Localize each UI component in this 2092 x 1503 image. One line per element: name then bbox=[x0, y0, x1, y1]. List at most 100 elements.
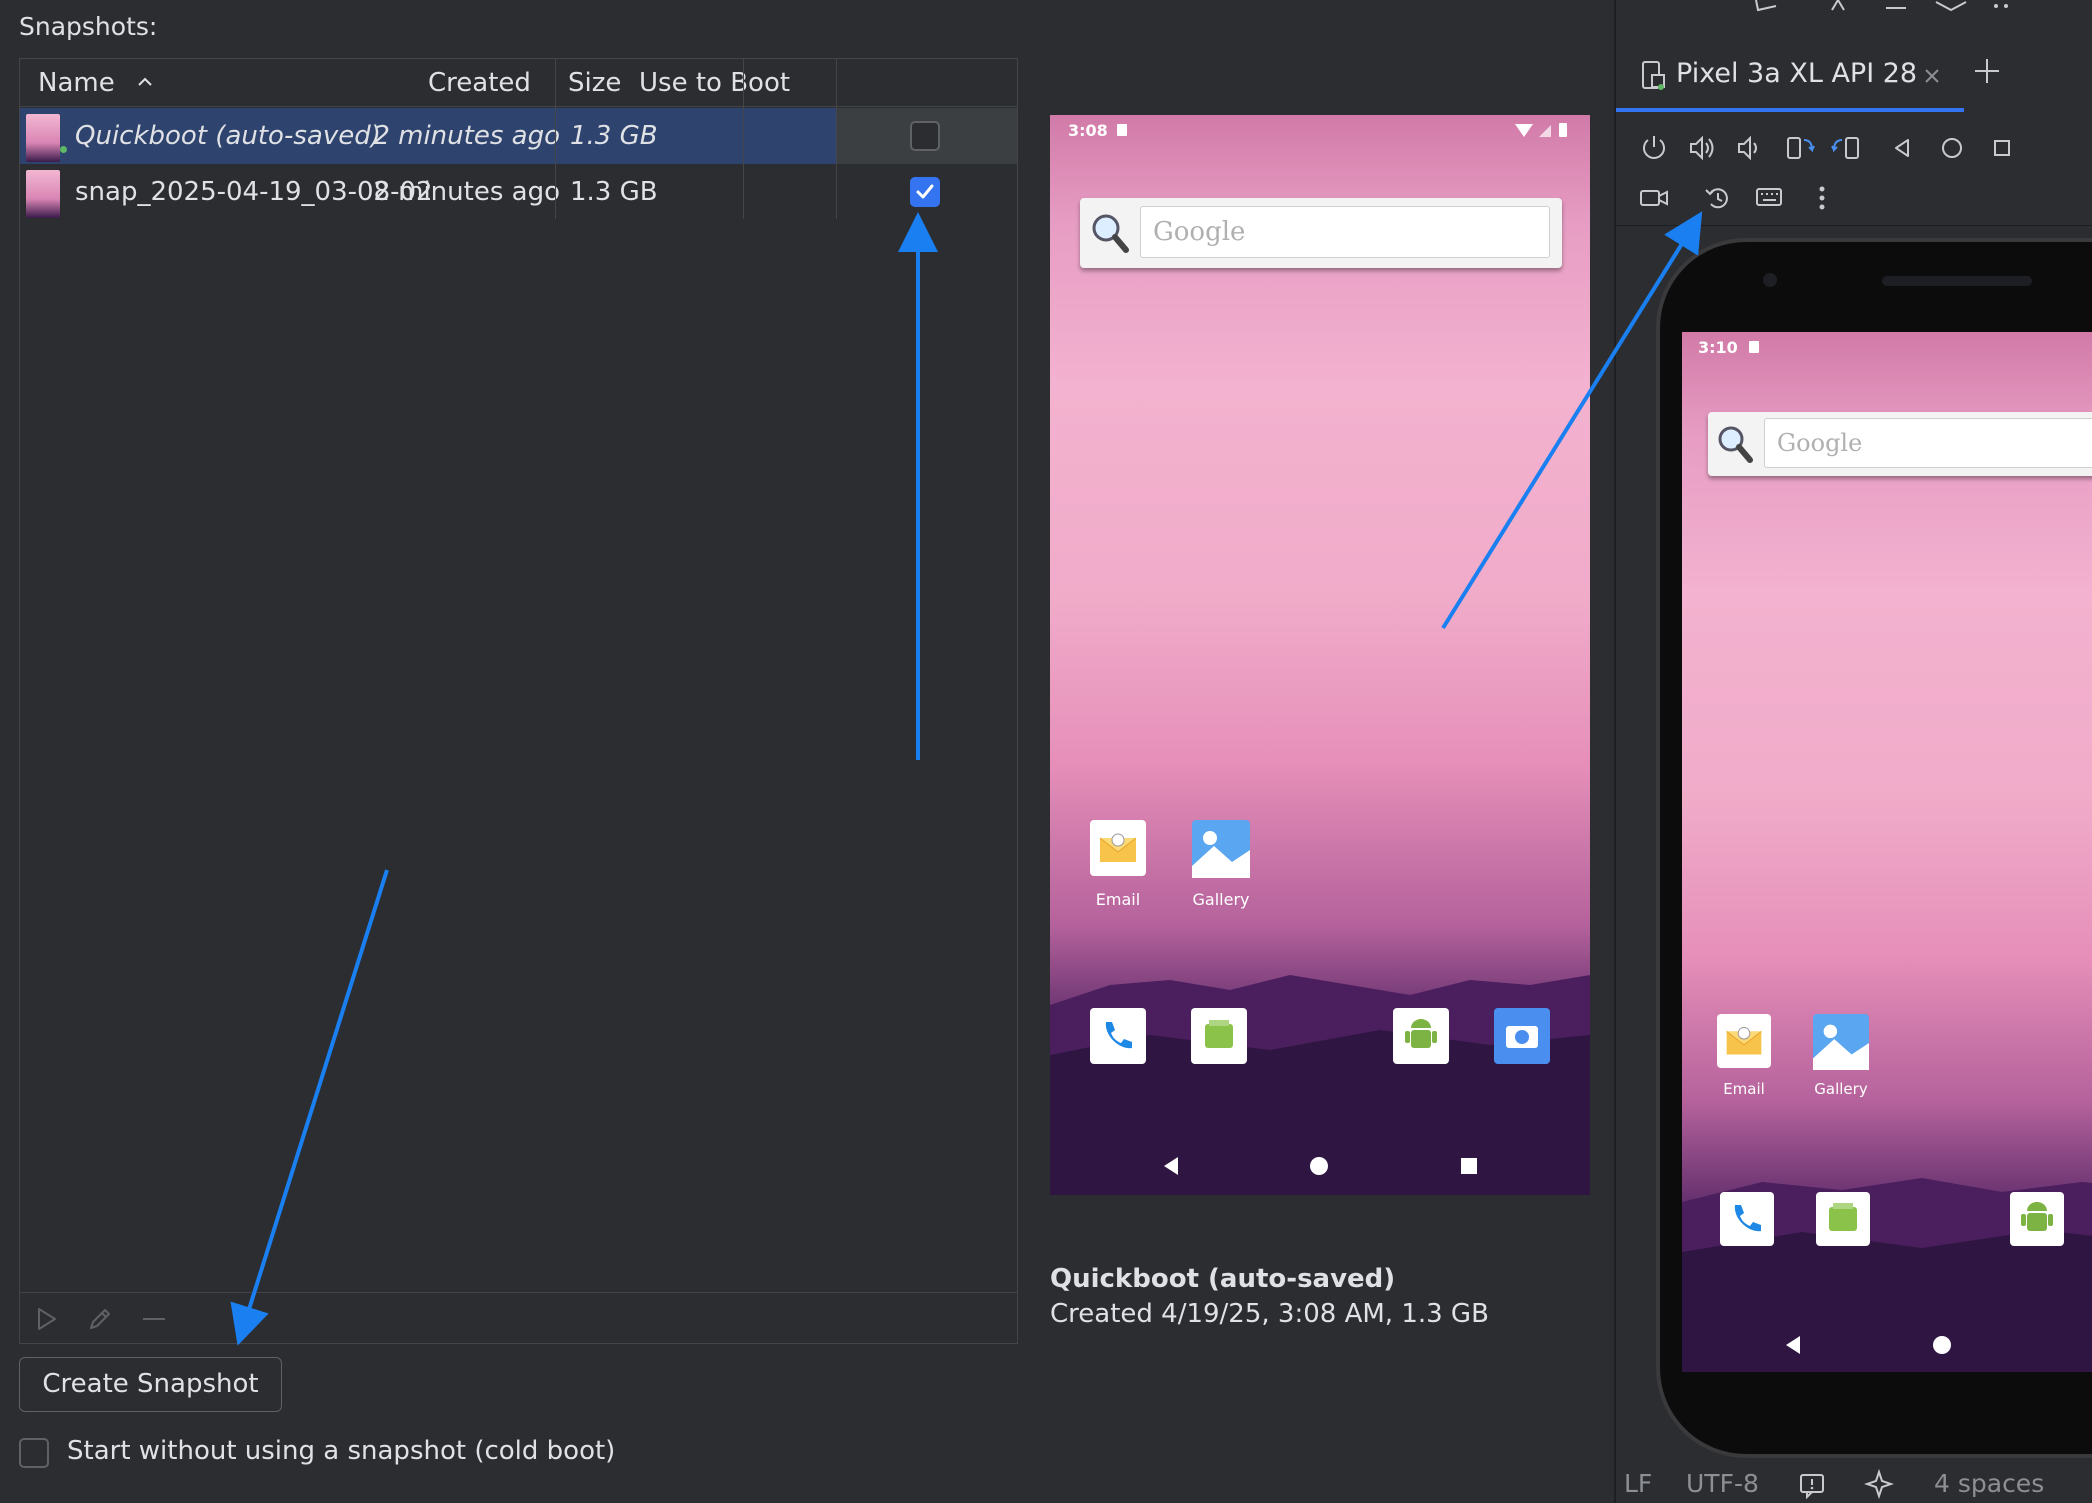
column-divider bbox=[836, 59, 837, 219]
gallery-icon bbox=[1192, 820, 1250, 878]
snapshot-thumbnail bbox=[26, 114, 60, 162]
app-messaging[interactable] bbox=[1816, 1192, 1870, 1246]
gallery-icon bbox=[1813, 1014, 1869, 1070]
snapshots-table: Name Created Size Use to Boot Quickboot … bbox=[19, 58, 1018, 1344]
tab-device[interactable]: Pixel 3a XL API 28 bbox=[1616, 48, 1964, 112]
snapshot-created: 2 minutes ago bbox=[373, 121, 560, 151]
snapshots-title: Snapshots: bbox=[19, 12, 158, 41]
search-widget[interactable]: Google bbox=[1708, 412, 2092, 476]
rotate-right-icon[interactable] bbox=[1830, 132, 1862, 164]
column-header-use-to-boot[interactable]: Use to Boot bbox=[639, 59, 790, 107]
column-divider bbox=[555, 59, 556, 219]
phone-screen[interactable]: 3:10 Google Email Gallery bbox=[1682, 332, 2092, 1372]
checkmark-icon bbox=[916, 184, 934, 199]
app-camera[interactable] bbox=[1494, 1008, 1550, 1064]
ide-status-bar: LF UTF-8 4 spaces bbox=[1614, 1465, 2092, 1503]
app-android[interactable] bbox=[1393, 1008, 1449, 1064]
snapshot-created: 2 minutes ago bbox=[373, 177, 560, 207]
back-icon[interactable] bbox=[1886, 132, 1918, 164]
magnifier-icon bbox=[1718, 426, 1753, 463]
preview-snapshot-details: Created 4/19/25, 3:08 AM, 1.3 GB bbox=[1050, 1299, 1489, 1329]
top-toolbar-icons bbox=[1755, 0, 2008, 12]
play-icon[interactable] bbox=[32, 1305, 60, 1333]
device-icon bbox=[1642, 61, 1665, 90]
home-icon[interactable] bbox=[1936, 132, 1968, 164]
email-icon bbox=[1090, 820, 1146, 876]
email-icon bbox=[1717, 1014, 1771, 1068]
app-android[interactable] bbox=[2010, 1192, 2064, 1246]
earpiece-speaker bbox=[1882, 276, 2032, 286]
table-toolbar bbox=[20, 1292, 1017, 1344]
screen-record-icon[interactable] bbox=[1638, 182, 1670, 214]
active-indicator bbox=[60, 146, 67, 153]
power-icon[interactable] bbox=[1638, 132, 1670, 164]
table-row[interactable]: snap_2025-04-19_03-08-02 2 minutes ago 1… bbox=[20, 164, 1017, 220]
preview-snapshot-name: Quickboot (auto-saved) bbox=[1050, 1264, 1396, 1294]
camera-icon bbox=[1506, 1026, 1538, 1048]
snapshot-thumbnail bbox=[26, 170, 60, 218]
add-icon[interactable] bbox=[1972, 56, 2002, 86]
app-email[interactable]: Email bbox=[1714, 1014, 1774, 1098]
wallpaper-mountains bbox=[1682, 1178, 2092, 1372]
app-gallery[interactable]: Gallery bbox=[1808, 1014, 1874, 1098]
snapshot-icon[interactable] bbox=[1702, 182, 1734, 214]
pencil-icon[interactable] bbox=[86, 1305, 114, 1333]
home-icon[interactable] bbox=[1309, 1156, 1329, 1176]
sort-ascending-icon bbox=[138, 77, 152, 86]
cold-boot-label: Start without using a snapshot (cold boo… bbox=[67, 1436, 616, 1466]
app-phone[interactable] bbox=[1090, 1008, 1146, 1064]
file-encoding[interactable]: UTF-8 bbox=[1686, 1469, 1759, 1498]
snapshot-name: Quickboot (auto-saved) bbox=[75, 121, 381, 151]
snapshot-preview: 3:08 Google Email Gallery bbox=[1050, 115, 1590, 1195]
use-to-boot-checkbox[interactable] bbox=[910, 177, 940, 207]
front-camera bbox=[1763, 273, 1777, 287]
column-divider bbox=[743, 59, 744, 219]
line-ending[interactable]: LF bbox=[1624, 1469, 1652, 1498]
keyboard-icon[interactable] bbox=[1754, 182, 1786, 214]
snapshot-size: 1.3 GB bbox=[570, 121, 658, 151]
back-icon[interactable] bbox=[1782, 1334, 1804, 1356]
table-header: Name Created Size Use to Boot bbox=[20, 59, 1017, 107]
running-devices-panel: Pixel 3a XL API 28 3:10 Google Email Gal… bbox=[1614, 0, 2092, 1503]
cold-boot-checkbox[interactable] bbox=[19, 1438, 49, 1468]
more-icon[interactable] bbox=[1806, 182, 1838, 214]
phone-frame: 3:10 Google Email Gallery bbox=[1656, 238, 2092, 1458]
rotate-left-icon[interactable] bbox=[1784, 132, 1816, 164]
app-email[interactable]: Email bbox=[1088, 820, 1148, 909]
app-phone[interactable] bbox=[1720, 1192, 1774, 1246]
create-snapshot-button[interactable]: Create Snapshot bbox=[19, 1357, 282, 1412]
android-icon bbox=[1405, 1019, 1437, 1048]
snapshot-size: 1.3 GB bbox=[570, 177, 658, 207]
app-gallery[interactable]: Gallery bbox=[1188, 820, 1254, 909]
column-header-name[interactable]: Name bbox=[38, 59, 155, 107]
phone-icon bbox=[1734, 1205, 1761, 1232]
table-row[interactable]: Quickboot (auto-saved) 2 minutes ago 1.3… bbox=[20, 108, 1017, 164]
emulator-toolbar-secondary bbox=[1616, 176, 2092, 226]
use-to-boot-checkbox[interactable] bbox=[910, 121, 940, 151]
phone-icon bbox=[1105, 1022, 1132, 1049]
overview-icon[interactable] bbox=[1986, 132, 2018, 164]
column-header-created[interactable]: Created bbox=[428, 59, 531, 107]
emulator-toolbar bbox=[1616, 122, 2092, 176]
device-tab-label: Pixel 3a XL API 28 bbox=[1676, 58, 1918, 89]
android-icon bbox=[2021, 1202, 2053, 1231]
status-icons bbox=[1515, 123, 1567, 137]
sd-card-icon bbox=[1117, 124, 1127, 136]
volume-down-icon[interactable] bbox=[1734, 132, 1766, 164]
notifications-icon[interactable] bbox=[1798, 1471, 1826, 1499]
ai-assistant-icon[interactable] bbox=[1864, 1469, 1894, 1499]
search-widget[interactable]: Google bbox=[1080, 198, 1562, 268]
close-icon[interactable] bbox=[1922, 66, 1942, 86]
column-header-size[interactable]: Size bbox=[568, 59, 621, 107]
minus-icon[interactable] bbox=[140, 1305, 168, 1333]
use-to-boot-cell bbox=[836, 108, 1017, 164]
home-icon[interactable] bbox=[1932, 1335, 1952, 1355]
overview-icon[interactable] bbox=[1459, 1156, 1479, 1176]
volume-up-icon[interactable] bbox=[1686, 132, 1718, 164]
phone-time: 3:10 bbox=[1698, 338, 1738, 357]
preview-time: 3:08 bbox=[1068, 121, 1108, 140]
app-messaging[interactable] bbox=[1191, 1008, 1247, 1064]
indent-setting[interactable]: 4 spaces bbox=[1934, 1469, 2044, 1498]
back-icon[interactable] bbox=[1160, 1155, 1182, 1177]
search-placeholder: Google bbox=[1764, 418, 2092, 468]
